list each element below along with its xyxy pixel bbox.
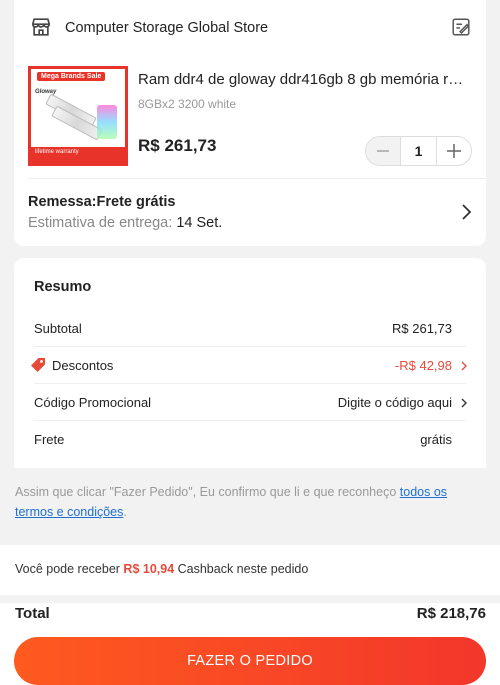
edit-note-icon[interactable] xyxy=(450,16,472,38)
store-header: Computer Storage Global Store xyxy=(14,14,486,44)
promo-code-label: Código Promocional xyxy=(34,395,152,410)
shipping-fee-value: grátis xyxy=(420,432,452,447)
discount-row[interactable]: Descontos -R$ 42,98 xyxy=(14,347,486,384)
minus-icon xyxy=(377,150,389,152)
store-icon[interactable] xyxy=(30,16,52,38)
discount-value: -R$ 42,98 xyxy=(394,358,452,373)
discount-label: Descontos xyxy=(52,358,114,373)
subtotal-label: Subtotal xyxy=(34,321,82,336)
increase-quantity-button[interactable] xyxy=(437,137,471,165)
product-title[interactable]: Ram ddr4 de gloway ddr416gb 8 gb memória… xyxy=(138,71,468,88)
product-image-warranty: lifetime warranty xyxy=(31,147,125,163)
promo-code-row[interactable]: Código Promocional Digite o código aqui xyxy=(14,384,486,421)
divider xyxy=(0,595,500,603)
terms-text: Assim que clicar "Fazer Pedido", Eu conf… xyxy=(15,485,448,519)
promo-code-input[interactable]: Digite o código aqui xyxy=(338,395,452,410)
total-label: Total xyxy=(15,605,50,622)
summary-title: Resumo xyxy=(34,279,92,295)
subtotal-row: Subtotal R$ 261,73 xyxy=(14,310,486,347)
product-variant[interactable]: 8GBx2 3200 white xyxy=(138,97,236,111)
chevron-right-icon xyxy=(461,398,467,408)
chevron-right-icon xyxy=(461,361,467,371)
decrease-quantity-button[interactable] xyxy=(366,137,400,165)
divider xyxy=(28,178,486,179)
quantity-value[interactable]: 1 xyxy=(400,137,437,165)
checkout-footer: Você pode receber R$ 10,94 Cashback nest… xyxy=(0,545,500,685)
cashback-info: Você pode receber R$ 10,94 Cashback nest… xyxy=(15,562,309,576)
product-image[interactable]: Mega Brands Sale Gloway lifetime warrant… xyxy=(28,66,128,166)
product-price: R$ 261,73 xyxy=(138,136,217,155)
shipping-date: 14 Set. xyxy=(176,215,223,231)
product-image-banner: Mega Brands Sale xyxy=(37,72,106,81)
shipping-fee-row: Frete grátis xyxy=(14,421,486,458)
chevron-right-icon[interactable] xyxy=(460,203,472,221)
total-value: R$ 218,76 xyxy=(416,605,486,622)
quantity-stepper: 1 xyxy=(365,136,472,166)
cashback-amount: R$ 10,94 xyxy=(123,562,175,576)
store-name[interactable]: Computer Storage Global Store xyxy=(65,20,268,36)
subtotal-value: R$ 261,73 xyxy=(392,321,452,336)
place-order-button[interactable]: FAZER O PEDIDO xyxy=(14,637,486,685)
shipping-title: Remessa:Frete grátis xyxy=(28,194,176,210)
plus-icon xyxy=(447,144,461,158)
discount-tag-icon xyxy=(31,358,45,372)
store-card: Computer Storage Global Store Mega Brand… xyxy=(14,0,486,246)
ram-rgb-graphic xyxy=(97,105,117,139)
summary-card: Resumo Subtotal R$ 261,73 Descontos -R$ … xyxy=(14,258,486,468)
shipping-estimate: Estimativa de entrega: 14 Set. xyxy=(28,215,223,231)
shipping-fee-label: Frete xyxy=(34,432,65,447)
